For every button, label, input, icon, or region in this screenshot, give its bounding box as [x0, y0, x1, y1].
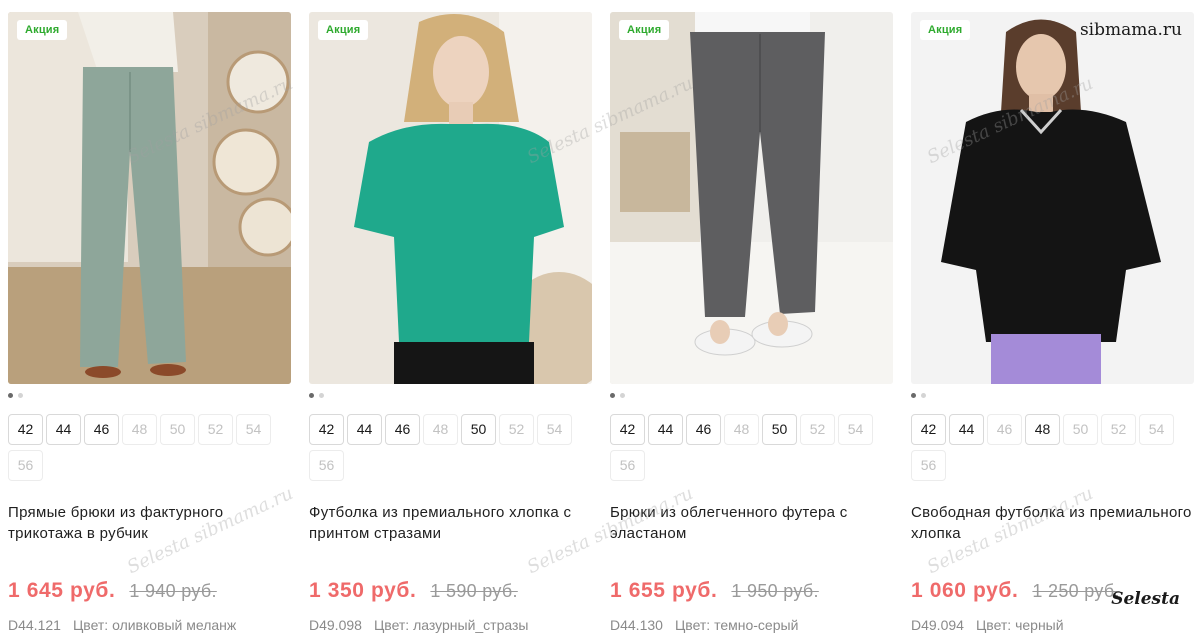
product-color: Цвет: оливковый меланж [72, 617, 237, 633]
current-price: 1 645 руб. [8, 579, 116, 602]
product-card[interactable]: Акция 42 44 46 48 50 52 54 56 Свободная футболк… [911, 12, 1194, 633]
product-card[interactable]: Акция 42 44 46 48 50 52 54 56 Брюки из облегчен… [610, 12, 893, 633]
pagination-dot[interactable] [921, 393, 926, 398]
promo-badge: Акция [920, 20, 971, 40]
old-price: 1 590 руб. [430, 581, 518, 601]
current-price: 1 350 руб. [309, 579, 417, 602]
product-color: Цвет: черный [975, 617, 1064, 633]
brand-watermark: Selesta [1111, 589, 1180, 609]
size-option[interactable]: 42 [8, 414, 43, 445]
pagination-dot[interactable] [309, 393, 314, 398]
size-list: 42 44 46 48 50 52 54 56 [309, 414, 592, 486]
product-sku: D44.121 [8, 617, 61, 633]
size-option: 54 [1139, 414, 1174, 445]
size-option: 46 [987, 414, 1022, 445]
size-option[interactable]: 50 [461, 414, 496, 445]
size-option: 54 [838, 414, 873, 445]
size-option[interactable]: 50 [762, 414, 797, 445]
product-meta: D44.130 Цвет: темно-серый [610, 617, 798, 633]
product-photo[interactable]: Акция [911, 12, 1194, 384]
product-color: Цвет: лазурный_стразы [373, 617, 529, 633]
product-title[interactable]: Футболка из премиального хлопка с принто… [309, 502, 592, 544]
product-card[interactable]: Акция 42 44 46 48 50 52 54 56 Прямые брюки из ф… [8, 12, 291, 633]
size-option: 50 [1063, 414, 1098, 445]
pagination-dot[interactable] [911, 393, 916, 398]
price-block: 1 645 руб. 1 940 руб. [8, 579, 217, 603]
price-block: 1 350 руб. 1 590 руб. [309, 579, 518, 603]
product-title[interactable]: Прямые брюки из фактурного трикотажа в р… [8, 502, 291, 544]
site-watermark: sibmama.ru [1079, 20, 1182, 40]
product-sku: D49.094 [911, 617, 964, 633]
price-block: 1 655 руб. 1 950 руб. [610, 579, 819, 603]
size-option: 52 [1101, 414, 1136, 445]
current-price: 1 655 руб. [610, 579, 718, 602]
image-pagination[interactable] [911, 393, 931, 399]
pagination-dot[interactable] [610, 393, 615, 398]
promo-badge: Акция [17, 20, 68, 40]
product-photo[interactable]: Акция [309, 12, 592, 384]
size-option[interactable]: 46 [385, 414, 420, 445]
size-option: 48 [122, 414, 157, 445]
product-meta: D44.121 Цвет: оливковый меланж [8, 617, 236, 633]
promo-badge: Акция [318, 20, 369, 40]
pagination-dot[interactable] [8, 393, 13, 398]
size-option: 56 [8, 450, 43, 481]
size-option: 56 [309, 450, 344, 481]
product-title[interactable]: Брюки из облегченного футера с эластаном [610, 502, 893, 544]
size-option[interactable]: 44 [648, 414, 683, 445]
size-option[interactable]: 44 [347, 414, 382, 445]
size-option: 54 [537, 414, 572, 445]
size-option: 48 [423, 414, 458, 445]
product-color: Цвет: темно-серый [674, 617, 799, 633]
size-option: 52 [198, 414, 233, 445]
old-price: 1 940 руб. [129, 581, 217, 601]
size-option[interactable]: 42 [911, 414, 946, 445]
size-option[interactable]: 48 [1025, 414, 1060, 445]
product-title[interactable]: Свободная футболка из премиального хлопк… [911, 502, 1194, 544]
size-list: 42 44 46 48 50 52 54 56 [911, 414, 1194, 486]
old-price: 1 950 руб. [731, 581, 819, 601]
product-photo[interactable]: Акция [610, 12, 893, 384]
size-list: 42 44 46 48 50 52 54 56 [610, 414, 893, 486]
size-option[interactable]: 44 [46, 414, 81, 445]
size-option: 56 [610, 450, 645, 481]
image-pagination[interactable] [8, 393, 28, 399]
size-option: 48 [724, 414, 759, 445]
product-sku: D44.130 [610, 617, 663, 633]
product-sku: D49.098 [309, 617, 362, 633]
price-block: 1 060 руб. 1 250 руб. [911, 579, 1120, 603]
image-pagination[interactable] [610, 393, 630, 399]
pagination-dot[interactable] [620, 393, 625, 398]
current-price: 1 060 руб. [911, 579, 1019, 602]
old-price: 1 250 руб. [1032, 581, 1120, 601]
size-option: 50 [160, 414, 195, 445]
product-photo[interactable]: Акция [8, 12, 291, 384]
size-option[interactable]: 44 [949, 414, 984, 445]
size-option[interactable]: 42 [309, 414, 344, 445]
size-option[interactable]: 42 [610, 414, 645, 445]
size-option: 54 [236, 414, 271, 445]
pagination-dot[interactable] [319, 393, 324, 398]
product-meta: D49.098 Цвет: лазурный_стразы [309, 617, 528, 633]
product-card[interactable]: Акция 42 44 46 48 50 52 54 56 Футболка из преми… [309, 12, 592, 633]
size-option: 56 [911, 450, 946, 481]
product-grid: Акция 42 44 46 48 50 52 5456 Прямые брюки из ф… [8, 12, 1194, 633]
promo-badge: Акция [619, 20, 670, 40]
size-option[interactable]: 46 [686, 414, 721, 445]
product-meta: D49.094 Цвет: черный [911, 617, 1064, 633]
size-option: 52 [499, 414, 534, 445]
size-list: 42 44 46 48 50 52 54 56 [8, 414, 291, 486]
pagination-dot[interactable] [18, 393, 23, 398]
size-option: 52 [800, 414, 835, 445]
image-pagination[interactable] [309, 393, 329, 399]
size-option[interactable]: 46 [84, 414, 119, 445]
